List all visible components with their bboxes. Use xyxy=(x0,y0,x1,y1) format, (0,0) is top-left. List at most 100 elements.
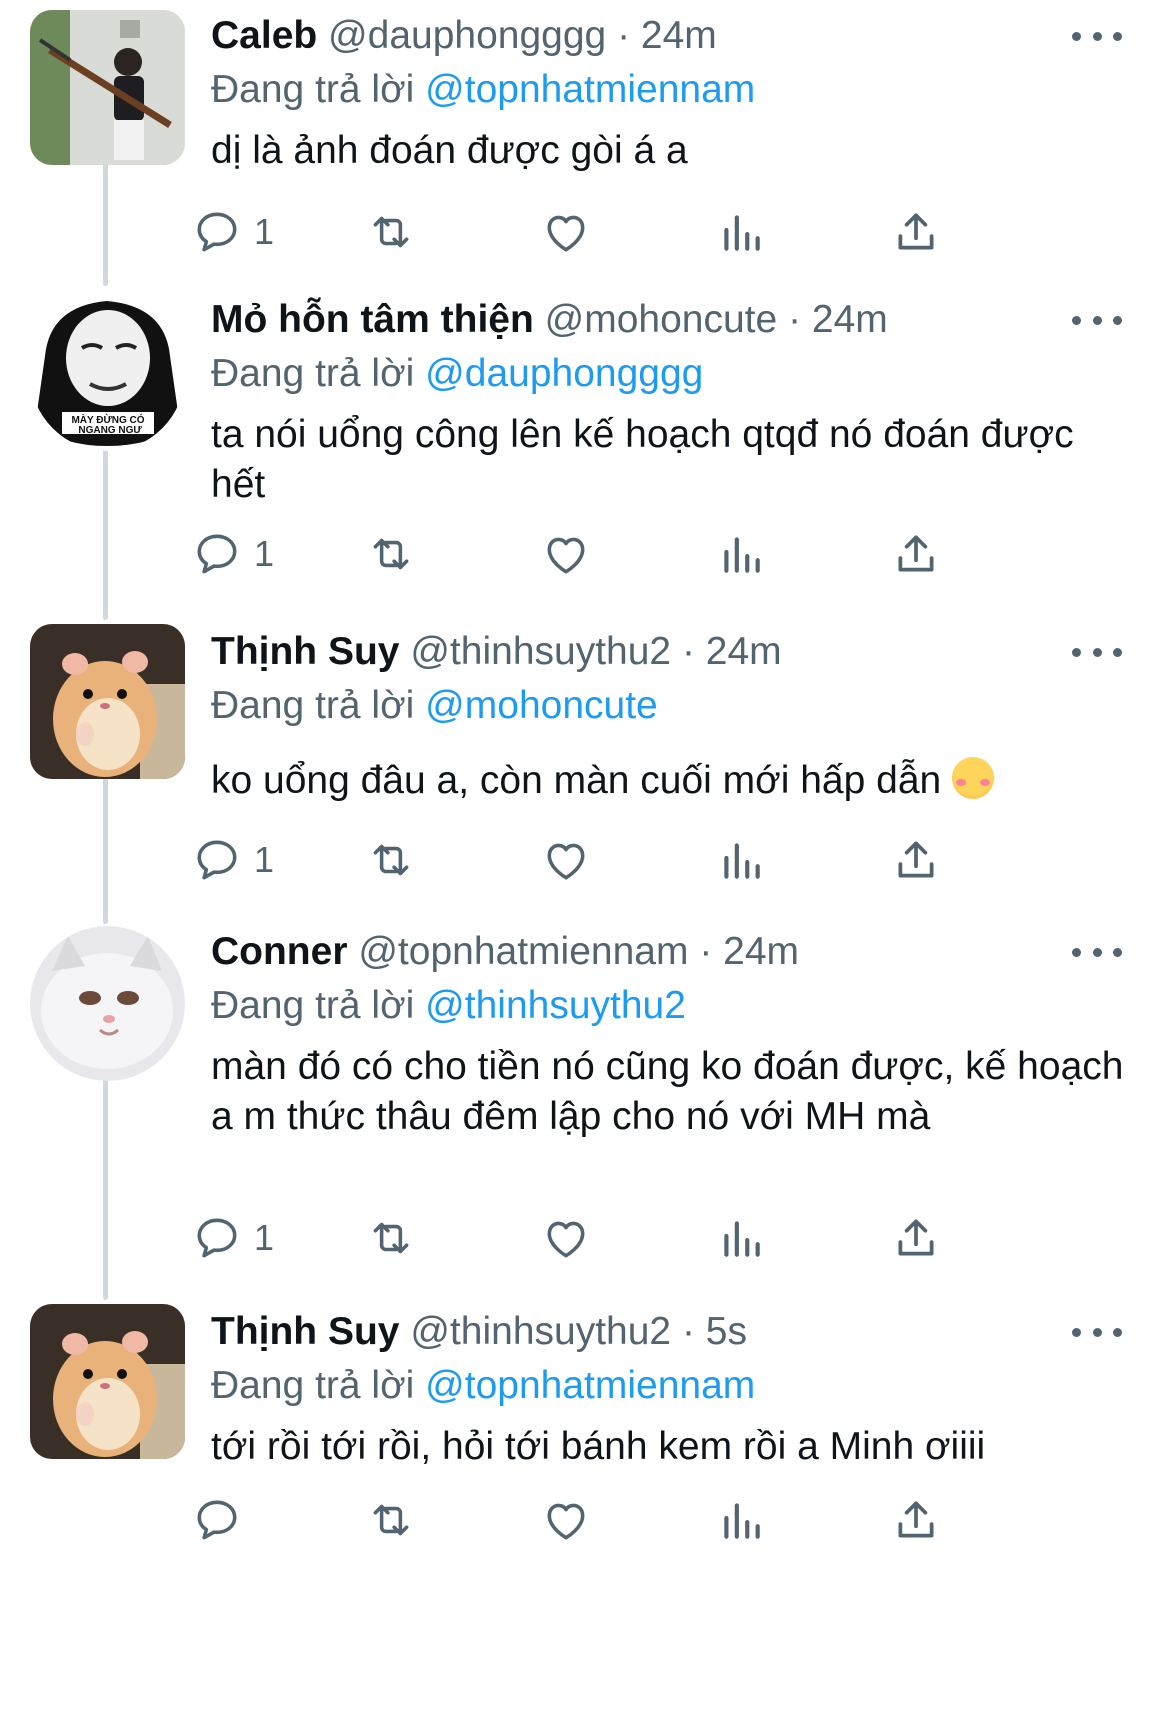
retweet-icon xyxy=(373,216,409,248)
reply-prefix: Đang trả lời xyxy=(211,984,415,1027)
timestamp[interactable]: 5s xyxy=(706,1310,747,1353)
reply-mention[interactable]: @topnhatmiennam xyxy=(425,68,755,111)
analytics-button[interactable] xyxy=(716,202,766,262)
share-icon xyxy=(898,841,934,878)
more-dots-icon[interactable] xyxy=(1072,8,1122,64)
analytics-button[interactable] xyxy=(716,524,766,584)
comment-icon xyxy=(197,1500,237,1540)
comment-icon xyxy=(197,840,237,880)
tweet-header: Thịnh Suy @thinhsuythu2 · 5s xyxy=(211,1304,1130,1360)
avatar[interactable] xyxy=(30,10,185,165)
analytics-icon xyxy=(724,1221,760,1257)
separator: · xyxy=(699,930,713,973)
reply-prefix: Đang trả lời xyxy=(211,352,415,395)
share-button[interactable] xyxy=(891,1490,941,1550)
reply-button[interactable]: 1 xyxy=(192,1208,274,1268)
analytics-button[interactable] xyxy=(716,1208,766,1268)
avatar-hamster xyxy=(30,624,185,779)
separator: · xyxy=(617,14,631,57)
share-icon xyxy=(898,1219,934,1256)
reply-context: Đang trả lời @dauphongggg xyxy=(211,348,1130,400)
handle[interactable]: @dauphongggg xyxy=(328,14,606,57)
share-button[interactable] xyxy=(891,830,941,890)
like-button[interactable] xyxy=(541,202,591,262)
reply-count: 1 xyxy=(254,211,275,252)
analytics-icon xyxy=(724,843,760,879)
comment-icon xyxy=(197,212,237,252)
share-icon xyxy=(898,535,934,572)
retweet-button[interactable] xyxy=(366,1490,416,1550)
more-dots-icon[interactable] xyxy=(1072,924,1122,980)
tweet-header: Conner @topnhatmiennam · 24m xyxy=(211,924,1130,980)
comment-icon xyxy=(197,534,237,574)
display-name[interactable]: Conner xyxy=(211,930,348,973)
avatar-cat xyxy=(30,926,185,1081)
reply-button[interactable]: 1 xyxy=(192,524,274,584)
share-button[interactable] xyxy=(891,524,941,584)
timestamp[interactable]: 24m xyxy=(812,298,888,341)
analytics-button[interactable] xyxy=(716,830,766,890)
analytics-icon xyxy=(724,215,760,251)
heart-icon xyxy=(547,1503,585,1540)
smiling-face-with-hearts-icon xyxy=(952,757,995,799)
tweet-actions: 1 xyxy=(0,830,934,890)
more-dots-icon[interactable] xyxy=(1072,1304,1122,1360)
display-name[interactable]: Caleb xyxy=(211,14,317,57)
heart-icon xyxy=(547,537,585,574)
retweet-icon xyxy=(373,1504,409,1536)
analytics-button[interactable] xyxy=(716,1490,766,1550)
reply-mention[interactable]: @thinhsuythu2 xyxy=(425,984,686,1027)
handle[interactable]: @topnhatmiennam xyxy=(358,930,688,973)
more-dots-icon[interactable] xyxy=(1072,292,1122,348)
analytics-icon xyxy=(724,537,760,573)
reply-count: 1 xyxy=(254,1217,275,1258)
like-button[interactable] xyxy=(541,524,591,584)
timestamp[interactable]: 24m xyxy=(641,14,717,57)
reply-mention[interactable]: @topnhatmiennam xyxy=(425,1364,755,1407)
avatar[interactable] xyxy=(30,624,185,779)
retweet-button[interactable] xyxy=(366,202,416,262)
reply-button[interactable] xyxy=(192,1490,254,1550)
like-button[interactable] xyxy=(541,1208,591,1268)
more-dots-icon[interactable] xyxy=(1072,624,1122,680)
tweet-text: ko uổng đâu a, còn màn cuối mới hấp dẫn xyxy=(211,759,942,802)
heart-icon xyxy=(547,215,585,252)
tweet-actions: 1 xyxy=(0,1208,934,1268)
reply-button[interactable]: 1 xyxy=(192,830,274,890)
reply-prefix: Đang trả lời xyxy=(211,68,415,111)
analytics-icon xyxy=(724,1503,760,1539)
display-name[interactable]: Mỏ hỗn tâm thiện xyxy=(211,298,534,341)
avatar[interactable] xyxy=(30,926,185,1081)
display-name[interactable]: Thịnh Suy xyxy=(211,630,400,673)
retweet-icon xyxy=(373,538,409,570)
share-icon xyxy=(898,213,934,250)
timestamp[interactable]: 24m xyxy=(706,630,782,673)
like-button[interactable] xyxy=(541,830,591,890)
handle[interactable]: @mohoncute xyxy=(545,298,778,341)
reply-mention[interactable]: @mohoncute xyxy=(425,684,658,727)
share-button[interactable] xyxy=(891,202,941,262)
timestamp[interactable]: 24m xyxy=(723,930,799,973)
share-button[interactable] xyxy=(891,1208,941,1268)
reply-button[interactable]: 1 xyxy=(192,202,274,262)
reply-context: Đang trả lời @topnhatmiennam xyxy=(211,64,1130,116)
tweet-actions: 1 xyxy=(0,202,934,262)
tweet-header: Thịnh Suy @thinhsuythu2 · 24m xyxy=(211,624,1130,680)
display-name[interactable]: Thịnh Suy xyxy=(211,1310,400,1353)
handle[interactable]: @thinhsuythu2 xyxy=(410,630,671,673)
tweet-text-container: ko uổng đâu a, còn màn cuối mới hấp dẫn xyxy=(211,756,1130,806)
tweet-text: màn đó có cho tiền nó cũng ko đoán được,… xyxy=(211,1045,1124,1138)
reply-prefix: Đang trả lời xyxy=(211,684,415,727)
reply-context: Đang trả lời @thinhsuythu2 xyxy=(211,980,1130,1032)
retweet-button[interactable] xyxy=(366,1208,416,1268)
avatar[interactable]: MÀY ĐỪNG CÓ NGANG NGƯ xyxy=(30,296,185,451)
avatar[interactable] xyxy=(30,1304,185,1459)
avatar-photo-boy xyxy=(30,10,185,165)
like-button[interactable] xyxy=(541,1490,591,1550)
share-icon xyxy=(898,1501,934,1538)
heart-icon xyxy=(547,1221,585,1258)
handle[interactable]: @thinhsuythu2 xyxy=(410,1310,671,1353)
reply-mention[interactable]: @dauphongggg xyxy=(425,352,703,395)
retweet-button[interactable] xyxy=(366,524,416,584)
retweet-button[interactable] xyxy=(366,830,416,890)
